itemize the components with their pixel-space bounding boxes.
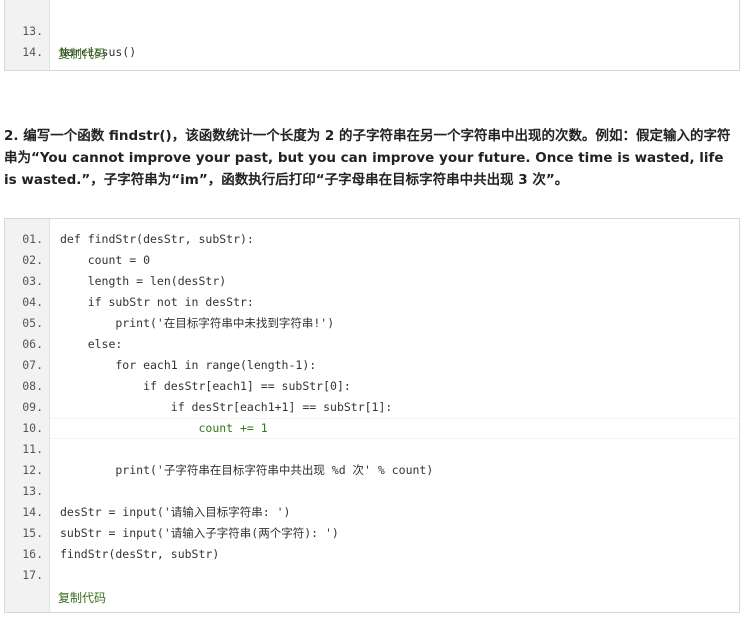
line-number: 05.	[22, 316, 43, 330]
code-line: 17.	[5, 565, 739, 586]
line-number: 02.	[22, 253, 43, 267]
code-lines: 13. Narcissus() 14.	[5, 0, 739, 59]
code-block-1: 13. Narcissus() 14. 复制代码	[4, 0, 740, 71]
code-text: else:	[60, 337, 123, 351]
code-text: if subStr not in desStr:	[60, 295, 254, 309]
line-number: 14.	[22, 45, 43, 59]
code-text: count = 0	[60, 253, 151, 267]
code-line: 13.	[5, 481, 739, 502]
code-text: print('子字符串在目标字符串中共出现 %d 次' % count)	[60, 463, 434, 477]
line-number: 01.	[22, 232, 43, 246]
code-text: for each1 in range(length-1):	[60, 358, 317, 372]
code-line: 02. count = 0	[5, 250, 739, 271]
code-line: 05. print('在目标字符串中未找到字符串!')	[5, 313, 739, 334]
line-number: 12.	[22, 463, 43, 477]
code-text: length = len(desStr)	[60, 274, 227, 288]
line-number: 16.	[22, 547, 43, 561]
line-number: 04.	[22, 295, 43, 309]
code-text: desStr = input('请输入目标字符串: ')	[60, 505, 291, 519]
code-line: 12. print('子字符串在目标字符串中共出现 %d 次' % count)	[5, 460, 739, 481]
line-number: 06.	[22, 337, 43, 351]
code-line: 11.	[5, 439, 739, 460]
line-number: 17.	[22, 568, 43, 582]
code-line: 14. desStr = input('请输入目标字符串: ')	[5, 502, 739, 523]
line-number: 15.	[22, 526, 43, 540]
code-line: 01. def findStr(desStr, subStr):	[5, 229, 739, 250]
code-line: 03. length = len(desStr)	[5, 271, 739, 292]
code-text: findStr(desStr, subStr)	[60, 547, 220, 561]
line-number: 11.	[22, 442, 43, 456]
code-line: 13. Narcissus()	[5, 0, 739, 59]
code-text: count += 1	[60, 421, 268, 435]
code-text: subStr = input('请输入子字符串(两个字符): ')	[60, 526, 339, 540]
line-number: 08.	[22, 379, 43, 393]
line-number: 14.	[22, 505, 43, 519]
line-number: 07.	[22, 358, 43, 372]
code-line: 08. if desStr[each1] == subStr[0]:	[5, 376, 739, 397]
code-block-2: 01. def findStr(desStr, subStr): 02. count…	[4, 218, 740, 613]
code-text: if desStr[each1] == subStr[0]:	[60, 379, 351, 393]
line-number: 10.	[22, 421, 43, 435]
code-line: 14.	[5, 21, 739, 59]
code-line: 09. if desStr[each1+1] == subStr[1]:	[5, 397, 739, 418]
line-number: 13.	[22, 484, 43, 498]
code-line: 07. for each1 in range(length-1):	[5, 355, 739, 376]
code-text: def findStr(desStr, subStr):	[60, 232, 254, 246]
code-line: 04. if subStr not in desStr:	[5, 292, 739, 313]
line-number: 03.	[22, 274, 43, 288]
code-lines: 01. def findStr(desStr, subStr): 02. count…	[5, 219, 739, 586]
code-line: 06. else:	[5, 334, 739, 355]
copy-code-link[interactable]: 复制代码	[58, 586, 739, 610]
code-line: 10. count += 1	[5, 418, 739, 439]
code-line: 16. findStr(desStr, subStr)	[5, 544, 739, 565]
code-line: 15. subStr = input('请输入子字符串(两个字符): ')	[5, 523, 739, 544]
line-number: 09.	[22, 400, 43, 414]
question-text: 2. 编写一个函数 findstr()，该函数统计一个长度为 2 的子字符串在另…	[4, 128, 731, 188]
code-text: if desStr[each1+1] == subStr[1]:	[60, 400, 393, 414]
code-text: print('在目标字符串中未找到字符串!')	[60, 316, 335, 330]
copy-code-link[interactable]: 复制代码	[58, 42, 739, 66]
